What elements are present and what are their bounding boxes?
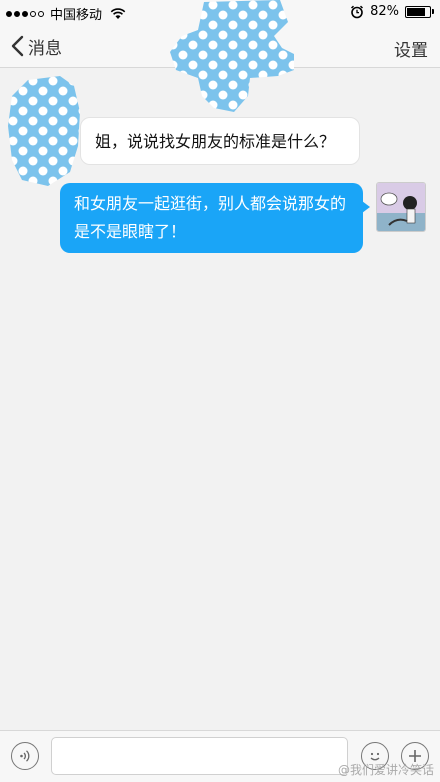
avatar-comic-image — [377, 183, 425, 231]
back-chevron-icon — [11, 35, 24, 57]
wifi-icon — [110, 7, 126, 19]
battery-icon — [405, 5, 434, 18]
incoming-message-bubble: 姐，说说找女朋友的标准是什么？ — [80, 117, 360, 165]
message-input[interactable] — [51, 737, 348, 775]
outgoing-message-bubble: 和女朋友一起逛街，别人都会说那女的是不是眼瞎了！ — [60, 183, 370, 253]
privacy-mask-avatar — [8, 76, 80, 186]
signal-icon — [6, 10, 44, 17]
back-button[interactable]: 消息 — [10, 32, 62, 60]
battery-percent: 82% — [370, 4, 399, 19]
status-left: 中国移动 — [6, 4, 126, 23]
watermark-text: @我们爱讲冷笑话 — [337, 763, 434, 777]
carrier-label: 中国移动 — [50, 8, 103, 23]
status-right: 82% — [350, 4, 434, 19]
settings-button[interactable]: 设置 — [394, 36, 428, 61]
voice-icon — [20, 750, 30, 762]
watermark: @我们爱讲冷笑话 — [338, 761, 434, 778]
privacy-mask-top — [170, 0, 294, 112]
alarm-icon — [351, 5, 364, 18]
back-label: 消息 — [28, 38, 62, 59]
avatar[interactable] — [376, 182, 426, 232]
voice-button[interactable] — [11, 742, 39, 770]
input-bar: @我们爱讲冷笑话 — [0, 730, 440, 782]
